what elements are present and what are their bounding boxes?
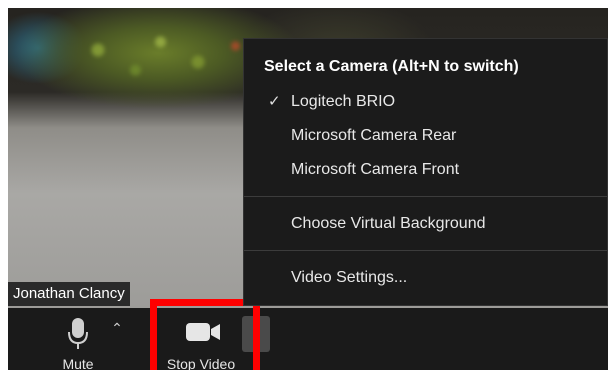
menu-divider — [244, 196, 607, 197]
mute-button[interactable]: Mute — [48, 308, 108, 370]
camera-option-microsoft-front[interactable]: Microsoft Camera Front — [244, 155, 607, 185]
chevron-up-icon: ⌃ — [111, 320, 123, 336]
red-highlight-box — [150, 299, 260, 370]
participant-name-tag: Jonathan Clancy — [8, 282, 130, 306]
microphone-icon — [68, 318, 88, 349]
camera-option-microsoft-rear[interactable]: Microsoft Camera Rear — [244, 121, 607, 151]
camera-option-label: Microsoft Camera Front — [291, 161, 460, 178]
virtual-background-label: Choose Virtual Background — [291, 215, 486, 232]
choose-virtual-background-item[interactable]: Choose Virtual Background — [244, 209, 607, 239]
camera-selection-menu: Select a Camera (Alt+N to switch) ✓ Logi… — [243, 38, 608, 306]
camera-option-label: Logitech BRIO — [291, 93, 396, 110]
video-settings-label: Video Settings... — [291, 269, 408, 286]
mute-label: Mute — [62, 356, 94, 370]
mute-options-caret[interactable]: ⌃ — [108, 318, 126, 338]
meeting-toolbar: Mute ⌃ Stop Video — [8, 308, 608, 370]
checkmark-icon: ✓ — [268, 93, 281, 110]
camera-option-label: Microsoft Camera Rear — [291, 127, 457, 144]
menu-divider — [244, 250, 607, 251]
video-settings-item[interactable]: Video Settings... — [244, 263, 607, 293]
camera-option-logitech-brio[interactable]: ✓ Logitech BRIO — [244, 87, 607, 117]
camera-menu-title: Select a Camera (Alt+N to switch) — [264, 58, 519, 75]
